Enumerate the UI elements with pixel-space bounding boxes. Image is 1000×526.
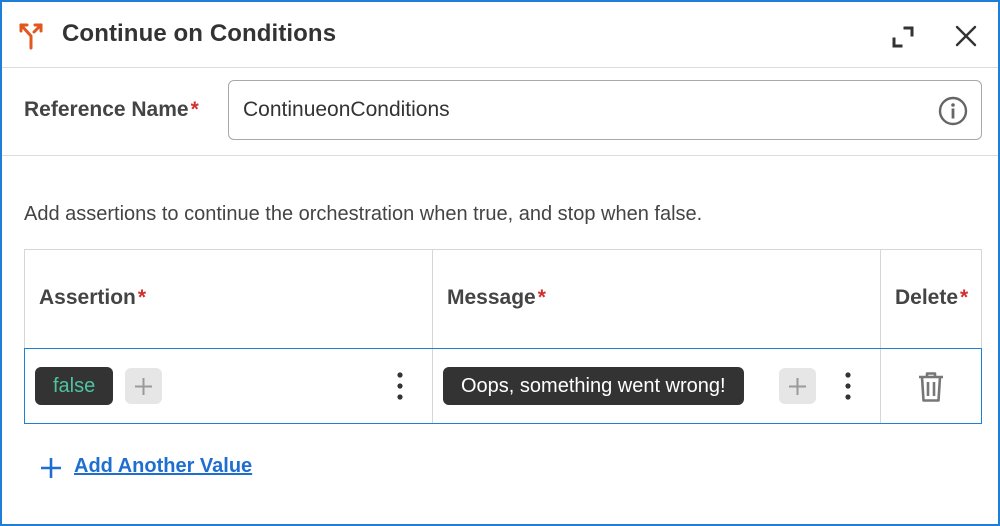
assertions-description: Add assertions to continue the orchestra…: [24, 203, 703, 225]
continue-on-conditions-dialog: Continue on Conditions Reference Name* C…: [0, 0, 1000, 526]
plus-icon: [41, 458, 61, 478]
assertion-value-chip[interactable]: false: [35, 367, 114, 405]
plus-icon: [789, 378, 806, 395]
message-more-options-icon[interactable]: [843, 371, 853, 401]
message-value-chip[interactable]: Oops, something went wrong!: [443, 367, 744, 405]
expand-icon[interactable]: [890, 24, 916, 50]
table-header: Assertion* Message* Delete*: [24, 249, 982, 350]
delete-cell: [881, 349, 981, 423]
plus-icon: [135, 378, 152, 395]
column-header-message: Message*: [433, 250, 881, 350]
reference-name-row: Reference Name* ContinueonConditions: [2, 68, 998, 156]
reference-name-label: Reference Name*: [24, 98, 199, 121]
table-row: false Oops, something went wrong!: [24, 348, 982, 424]
assertion-cell: false: [25, 349, 433, 423]
message-cell: Oops, something went wrong!: [433, 349, 881, 423]
column-header-assertion: Assertion*: [25, 250, 433, 350]
required-mark: *: [190, 98, 199, 121]
reference-name-input[interactable]: ContinueonConditions: [228, 80, 982, 140]
add-assertion-button[interactable]: [125, 368, 162, 404]
close-icon[interactable]: [952, 22, 980, 50]
add-another-value-label: Add Another Value: [74, 455, 253, 477]
trash-icon[interactable]: [917, 371, 945, 403]
dialog-header: Continue on Conditions: [2, 2, 998, 68]
split-arrows-icon: [19, 23, 43, 50]
reference-name-value: ContinueonConditions: [243, 98, 450, 121]
column-header-delete: Delete*: [895, 286, 969, 309]
assertions-table: Assertion* Message* Delete* false Oops, …: [24, 249, 982, 425]
assertion-more-options-icon[interactable]: [395, 371, 405, 401]
info-icon[interactable]: [937, 95, 969, 127]
add-message-button[interactable]: [779, 368, 816, 404]
dialog-title: Continue on Conditions: [62, 20, 337, 47]
